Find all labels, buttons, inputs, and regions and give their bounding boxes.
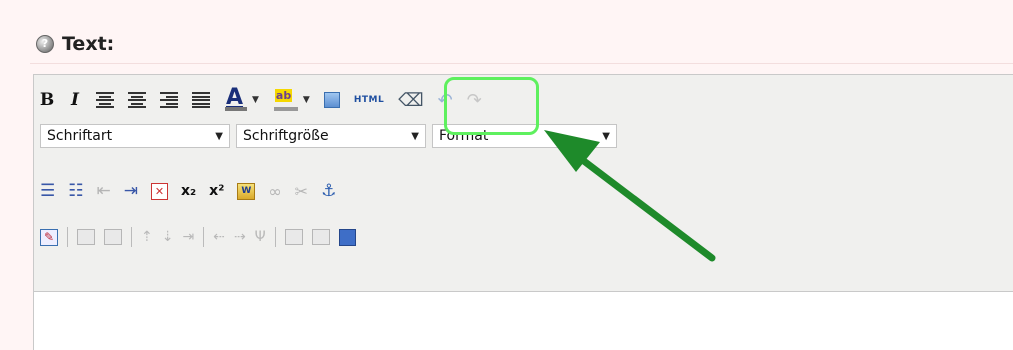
annotation-arrow-icon <box>544 130 716 262</box>
